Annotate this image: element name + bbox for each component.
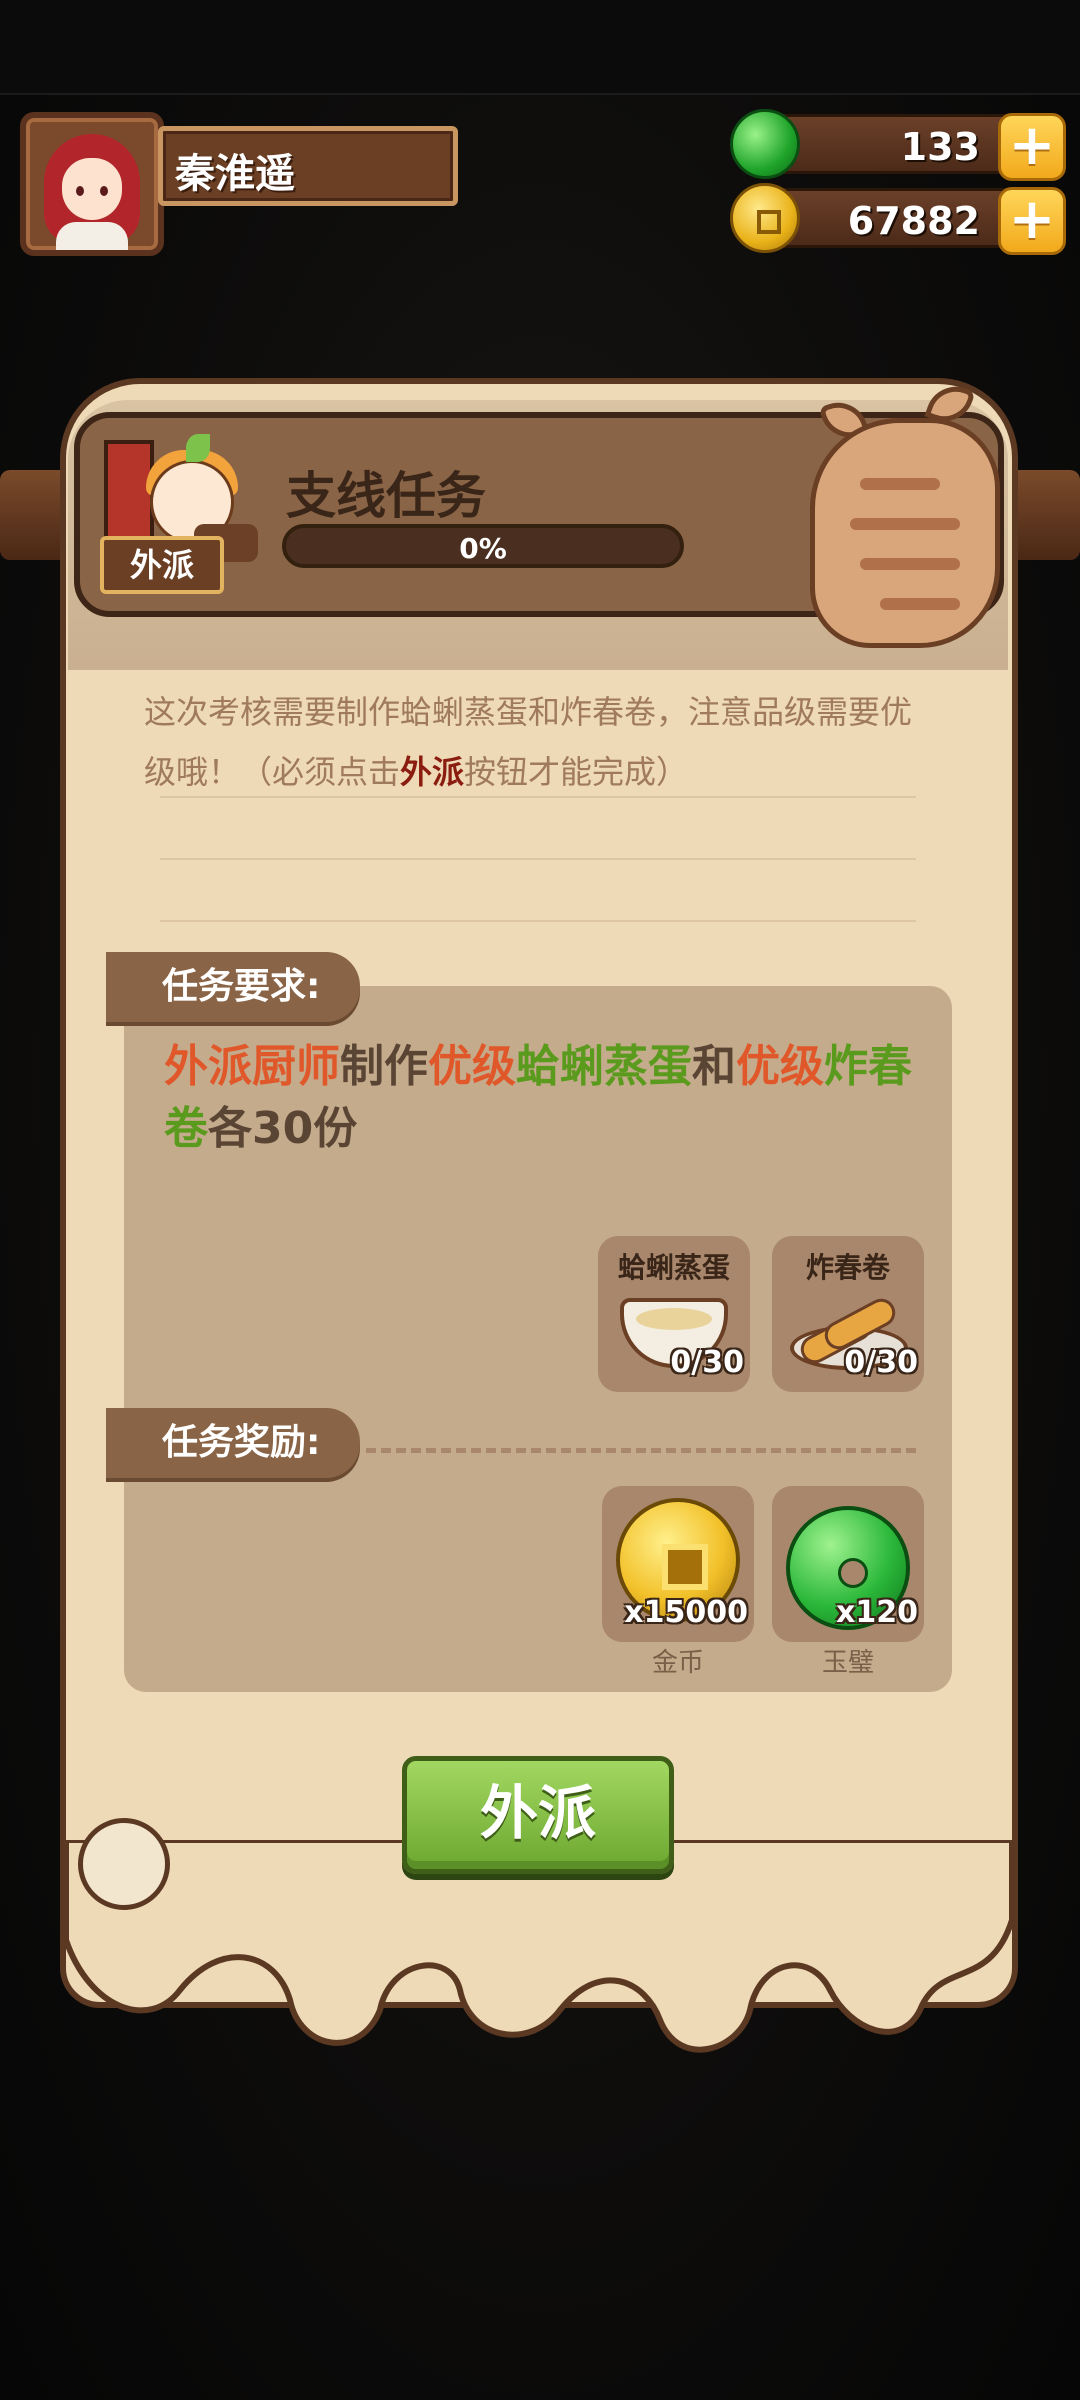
requirements-text-segment: 外派厨师 xyxy=(164,1041,340,1092)
requirements-text-segment: 各30份 xyxy=(208,1103,358,1154)
item-name: 炸春卷 xyxy=(805,1251,890,1284)
requirements-text-segment: 制作 xyxy=(340,1041,428,1092)
reward-amount: x120 xyxy=(836,1595,918,1630)
player-name: 秦淮遥 xyxy=(175,151,295,197)
add-coins-button[interactable]: + xyxy=(998,187,1066,255)
requirement-item[interactable]: 蛤蜊蒸蛋 0/30 xyxy=(598,1236,750,1392)
reward-amount: x15000 xyxy=(624,1595,748,1630)
quest-progress-label: 0% xyxy=(459,532,507,565)
player-avatar[interactable] xyxy=(20,112,164,256)
reward-label: 金币 xyxy=(651,1648,704,1678)
cat-mascot xyxy=(790,378,1020,678)
requirement-item[interactable]: 炸春卷 0/30 xyxy=(772,1236,924,1392)
rewards-divider xyxy=(366,1448,916,1453)
reward-item[interactable]: x120 xyxy=(772,1486,924,1642)
gold-coin-icon xyxy=(730,183,800,253)
divider-line xyxy=(160,796,916,798)
dispatch-tag: 外派 xyxy=(100,536,224,594)
player-name-plate: 秦淮遥 xyxy=(158,126,458,206)
quest-description: 这次考核需要制作蛤蜊蒸蛋和炸春卷，注意品级需要优级哦！（必须点击外派按钮才能完成… xyxy=(144,682,934,802)
description-highlight: 外派 xyxy=(400,753,465,791)
scroll-decoration-bubble xyxy=(78,1818,170,1910)
description-text-2: 按钮才能完成） xyxy=(464,753,689,791)
dispatch-button[interactable]: 外派 xyxy=(402,1756,674,1874)
reward-label: 玉璧 xyxy=(821,1648,874,1678)
requirements-text-segment: 优级 xyxy=(428,1041,516,1092)
requirements-text-segment: 优级 xyxy=(736,1041,824,1092)
rewards-heading: 任务奖励: xyxy=(106,1408,360,1478)
requirements-heading: 任务要求: xyxy=(106,952,360,1022)
divider-line xyxy=(160,920,916,922)
item-name: 蛤蜊蒸蛋 xyxy=(617,1251,730,1284)
scroll-drip-bottom xyxy=(63,1840,1015,2053)
item-count: 0/30 xyxy=(670,1345,744,1380)
requirements-text: 外派厨师制作优级蛤蜊蒸蛋和优级炸春卷各30份 xyxy=(164,1036,924,1160)
quest-title: 支线任务 xyxy=(286,467,486,525)
add-jade-button[interactable]: + xyxy=(998,113,1066,181)
divider-line xyxy=(160,858,916,860)
coin-amount: 67882 xyxy=(847,199,980,243)
reward-item[interactable]: x15000 xyxy=(602,1486,754,1642)
jade-currency-bar: 133 + xyxy=(730,109,1066,181)
item-count: 0/30 xyxy=(844,1345,918,1380)
quest-progress-bar: 0% xyxy=(282,524,684,568)
requirements-text-segment: 蛤蜊蒸蛋 xyxy=(516,1041,692,1092)
jade-amount: 133 xyxy=(900,125,980,169)
requirements-text-segment: 和 xyxy=(692,1041,736,1092)
jade-icon xyxy=(730,109,800,179)
coin-currency-bar: 67882 + xyxy=(730,183,1066,255)
status-bar-area xyxy=(0,0,1080,95)
